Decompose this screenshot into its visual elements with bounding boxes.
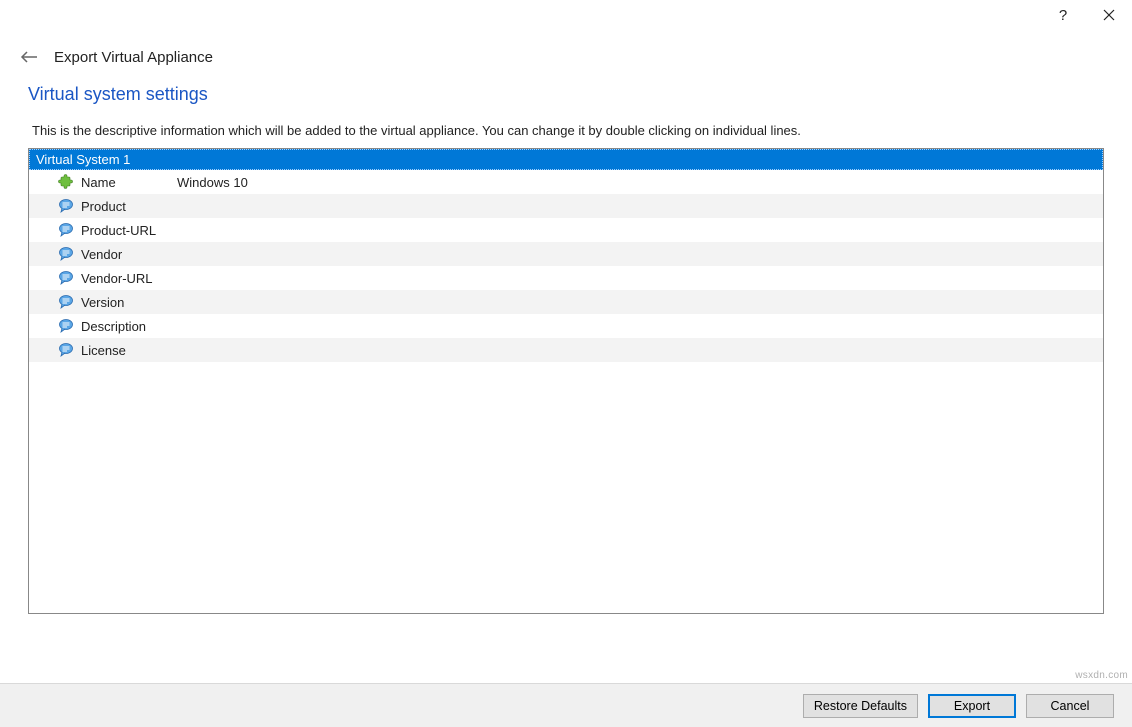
- settings-row-label: License: [81, 343, 177, 358]
- settings-row[interactable]: NameWindows 10: [29, 170, 1103, 194]
- settings-row[interactable]: Product-URL: [29, 218, 1103, 242]
- watermark: wsxdn.com: [1075, 670, 1128, 681]
- settings-row-label: Vendor: [81, 247, 177, 262]
- settings-row[interactable]: License: [29, 338, 1103, 362]
- settings-row-label: Product: [81, 199, 177, 214]
- cancel-button[interactable]: Cancel: [1026, 694, 1114, 718]
- arrow-left-icon: [20, 50, 38, 64]
- note-icon: [57, 269, 75, 287]
- settings-row[interactable]: Product: [29, 194, 1103, 218]
- settings-rows: NameWindows 10ProductProduct-URLVendorVe…: [29, 170, 1103, 362]
- titlebar: ?: [0, 0, 1132, 40]
- settings-row-label: Product-URL: [81, 223, 177, 238]
- settings-row-label: Vendor-URL: [81, 271, 177, 286]
- back-button[interactable]: [20, 48, 38, 66]
- note-icon: [57, 341, 75, 359]
- virtual-system-header[interactable]: Virtual System 1: [29, 149, 1103, 170]
- settings-row-value[interactable]: Windows 10: [177, 175, 1103, 190]
- settings-table: Virtual System 1 NameWindows 10ProductPr…: [28, 148, 1104, 614]
- help-button[interactable]: ?: [1040, 0, 1086, 30]
- close-button[interactable]: [1086, 0, 1132, 30]
- wizard-title: Export Virtual Appliance: [54, 49, 213, 66]
- note-icon: [57, 317, 75, 335]
- note-icon: [57, 245, 75, 263]
- settings-row[interactable]: Version: [29, 290, 1103, 314]
- export-appliance-window: ? Export Virtual Appliance Virtual syste…: [0, 0, 1132, 727]
- content-area: Virtual system settings This is the desc…: [0, 84, 1132, 614]
- section-title: Virtual system settings: [28, 84, 1104, 105]
- footer: Restore Defaults Export Cancel: [0, 683, 1132, 727]
- settings-row-label: Name: [81, 175, 177, 190]
- settings-row[interactable]: Description: [29, 314, 1103, 338]
- section-description: This is the descriptive information whic…: [28, 123, 1104, 138]
- puzzle-icon: [57, 173, 75, 191]
- settings-row-label: Version: [81, 295, 177, 310]
- note-icon: [57, 293, 75, 311]
- export-button[interactable]: Export: [928, 694, 1016, 718]
- settings-row-label: Description: [81, 319, 177, 334]
- note-icon: [57, 197, 75, 215]
- help-icon: ?: [1059, 7, 1067, 24]
- restore-defaults-button[interactable]: Restore Defaults: [803, 694, 918, 718]
- settings-row[interactable]: Vendor-URL: [29, 266, 1103, 290]
- note-icon: [57, 221, 75, 239]
- wizard-header: Export Virtual Appliance: [0, 40, 1132, 84]
- close-icon: [1103, 9, 1115, 21]
- settings-row[interactable]: Vendor: [29, 242, 1103, 266]
